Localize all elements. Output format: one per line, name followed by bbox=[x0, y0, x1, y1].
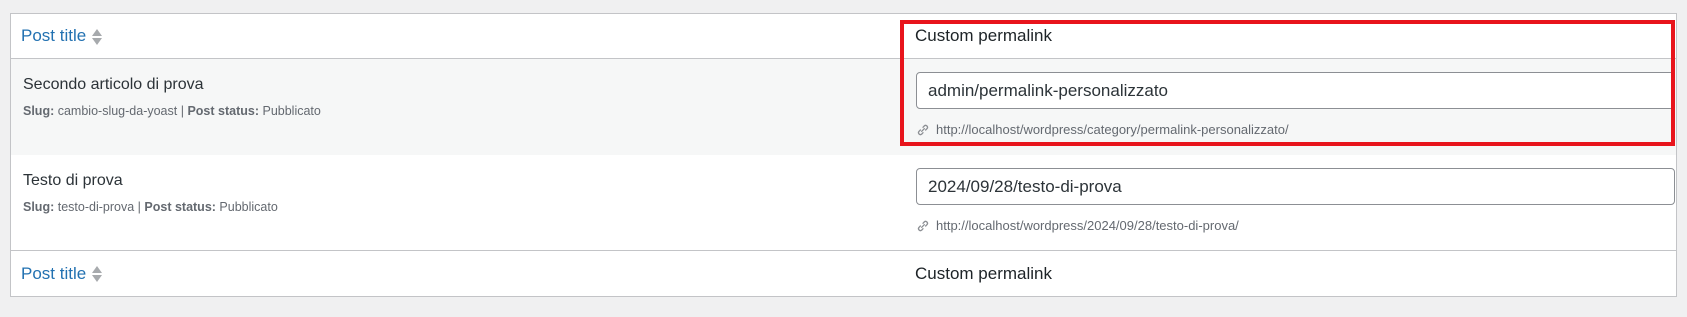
custom-permalink-header-label: Custom permalink bbox=[915, 26, 1052, 45]
slug-label: Slug: bbox=[23, 200, 55, 214]
post-title-header-label[interactable]: Post title bbox=[21, 26, 86, 46]
post-title-footer-label[interactable]: Post title bbox=[21, 264, 86, 284]
post-title: Secondo articolo di prova bbox=[23, 76, 204, 93]
sort-icon[interactable] bbox=[92, 266, 103, 282]
permalink-url: http://localhost/wordpress/category/perm… bbox=[916, 122, 1289, 137]
permalink-url: http://localhost/wordpress/2024/09/28/te… bbox=[916, 218, 1239, 233]
sort-icon[interactable] bbox=[92, 28, 103, 45]
meta-separator: | bbox=[180, 104, 184, 118]
permalink-url-text: http://localhost/wordpress/category/perm… bbox=[936, 122, 1289, 137]
post-meta: Slug: cambio-slug-da-yoast | Post status… bbox=[23, 104, 321, 118]
post-status-label: Post status: bbox=[144, 200, 216, 214]
custom-permalink-column-header: Custom permalink bbox=[915, 14, 1052, 58]
table-row: Secondo articolo di prova Slug: cambio-s… bbox=[11, 59, 1676, 155]
post-status-value: Pubblicato bbox=[219, 200, 278, 214]
permalinks-table: Post title Custom permalink Secondo arti… bbox=[10, 13, 1677, 297]
post-status-value: Pubblicato bbox=[262, 104, 321, 118]
table-header: Post title Custom permalink bbox=[11, 14, 1676, 59]
slug-label: Slug: bbox=[23, 104, 55, 118]
custom-permalink-footer-label: Custom permalink bbox=[915, 263, 1052, 283]
slug-value: cambio-slug-da-yoast bbox=[57, 104, 178, 118]
post-title: Testo di prova bbox=[23, 172, 123, 189]
custom-permalink-input[interactable] bbox=[916, 168, 1675, 205]
meta-separator: | bbox=[137, 200, 141, 214]
custom-permalink-input[interactable] bbox=[916, 72, 1675, 109]
permalink-url-text: http://localhost/wordpress/2024/09/28/te… bbox=[936, 218, 1239, 233]
post-title-column-header[interactable]: Post title bbox=[21, 14, 103, 58]
table-footer: Post title Custom permalink bbox=[11, 250, 1676, 296]
custom-permalink-column-footer: Custom permalink bbox=[915, 251, 1052, 296]
link-icon bbox=[917, 124, 929, 135]
post-meta: Slug: testo-di-prova | Post status: Pubb… bbox=[23, 200, 278, 214]
link-icon bbox=[917, 220, 929, 231]
post-status-label: Post status: bbox=[187, 104, 259, 118]
table-row: Testo di prova Slug: testo-di-prova | Po… bbox=[11, 155, 1676, 251]
post-title-column-footer[interactable]: Post title bbox=[21, 251, 103, 296]
slug-value: testo-di-prova bbox=[57, 200, 135, 214]
